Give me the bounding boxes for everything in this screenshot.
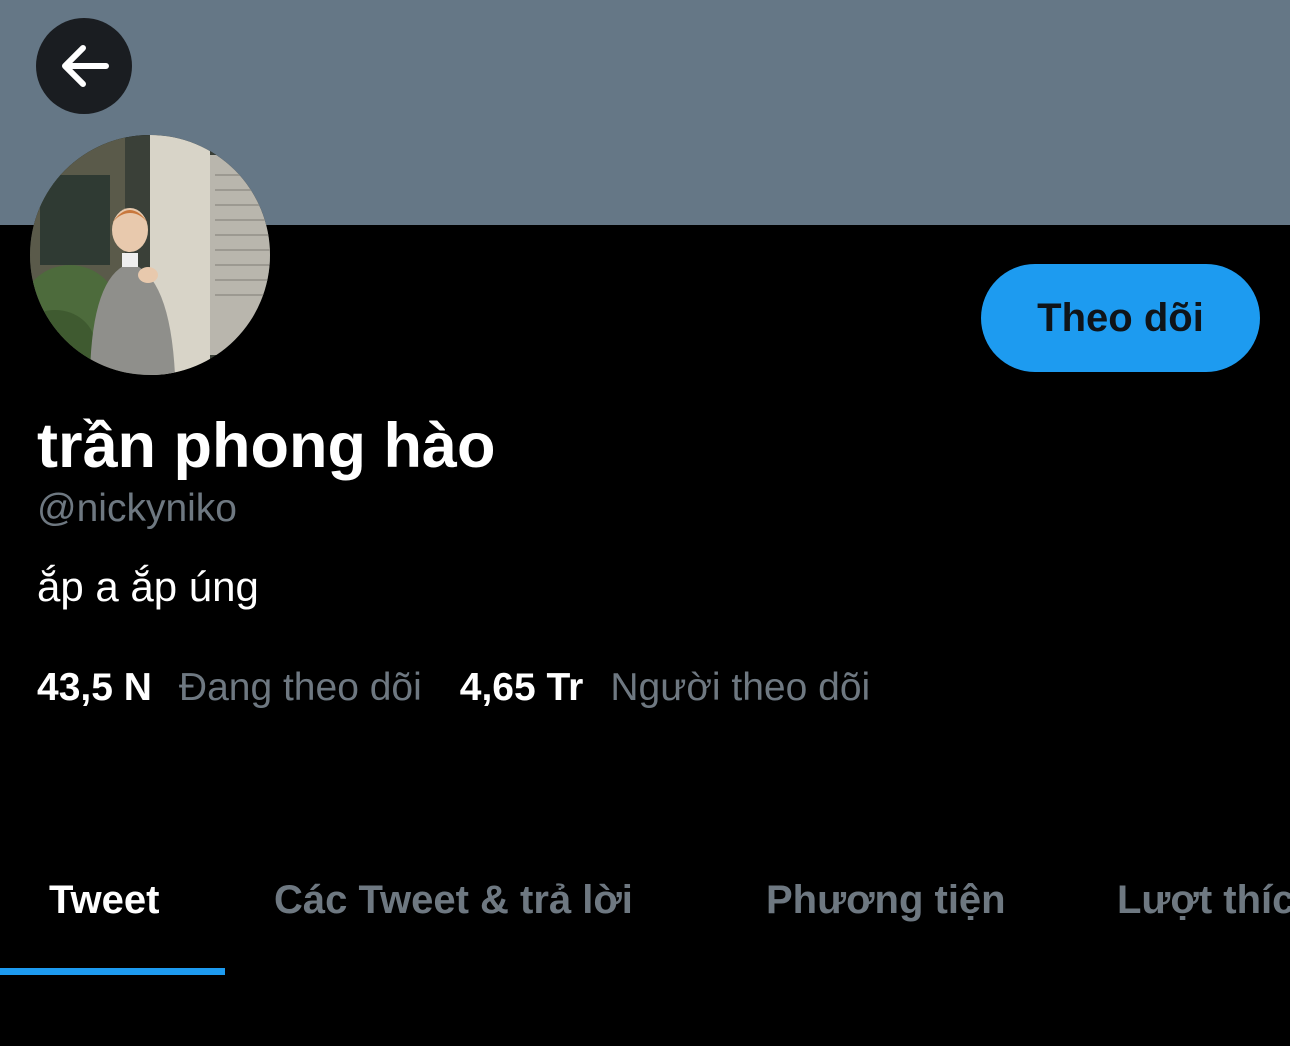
avatar[interactable] bbox=[30, 135, 270, 375]
profile-stats: 43,5 N Đang theo dõi 4,65 Tr Người theo … bbox=[37, 664, 870, 712]
followers-link[interactable]: 4,65 Tr Người theo dõi bbox=[460, 664, 870, 712]
followers-label: Người theo dõi bbox=[610, 666, 871, 709]
profile-bio: ắp a ắp úng bbox=[37, 563, 259, 610]
back-button[interactable] bbox=[36, 18, 132, 114]
profile-tabs: Tweet Các Tweet & trả lời Phương tiện Lư… bbox=[0, 850, 1290, 975]
follow-button[interactable]: Theo dõi bbox=[981, 264, 1260, 372]
active-tab-indicator bbox=[0, 968, 225, 975]
followers-count: 4,65 Tr bbox=[459, 666, 584, 709]
tab-tweets-and-replies[interactable]: Các Tweet & trả lời bbox=[274, 850, 633, 950]
display-name: trần phong hào bbox=[37, 411, 496, 481]
tab-media[interactable]: Phương tiện bbox=[766, 850, 1006, 950]
tab-likes[interactable]: Lượt thích bbox=[1117, 850, 1290, 950]
following-label: Đang theo dõi bbox=[178, 666, 422, 709]
following-count: 43,5 N bbox=[37, 666, 152, 709]
following-link[interactable]: 43,5 N Đang theo dõi bbox=[37, 664, 422, 712]
user-handle: @nickyniko bbox=[37, 487, 237, 530]
tab-tweet[interactable]: Tweet bbox=[49, 850, 159, 950]
arrow-left-icon bbox=[58, 44, 110, 88]
